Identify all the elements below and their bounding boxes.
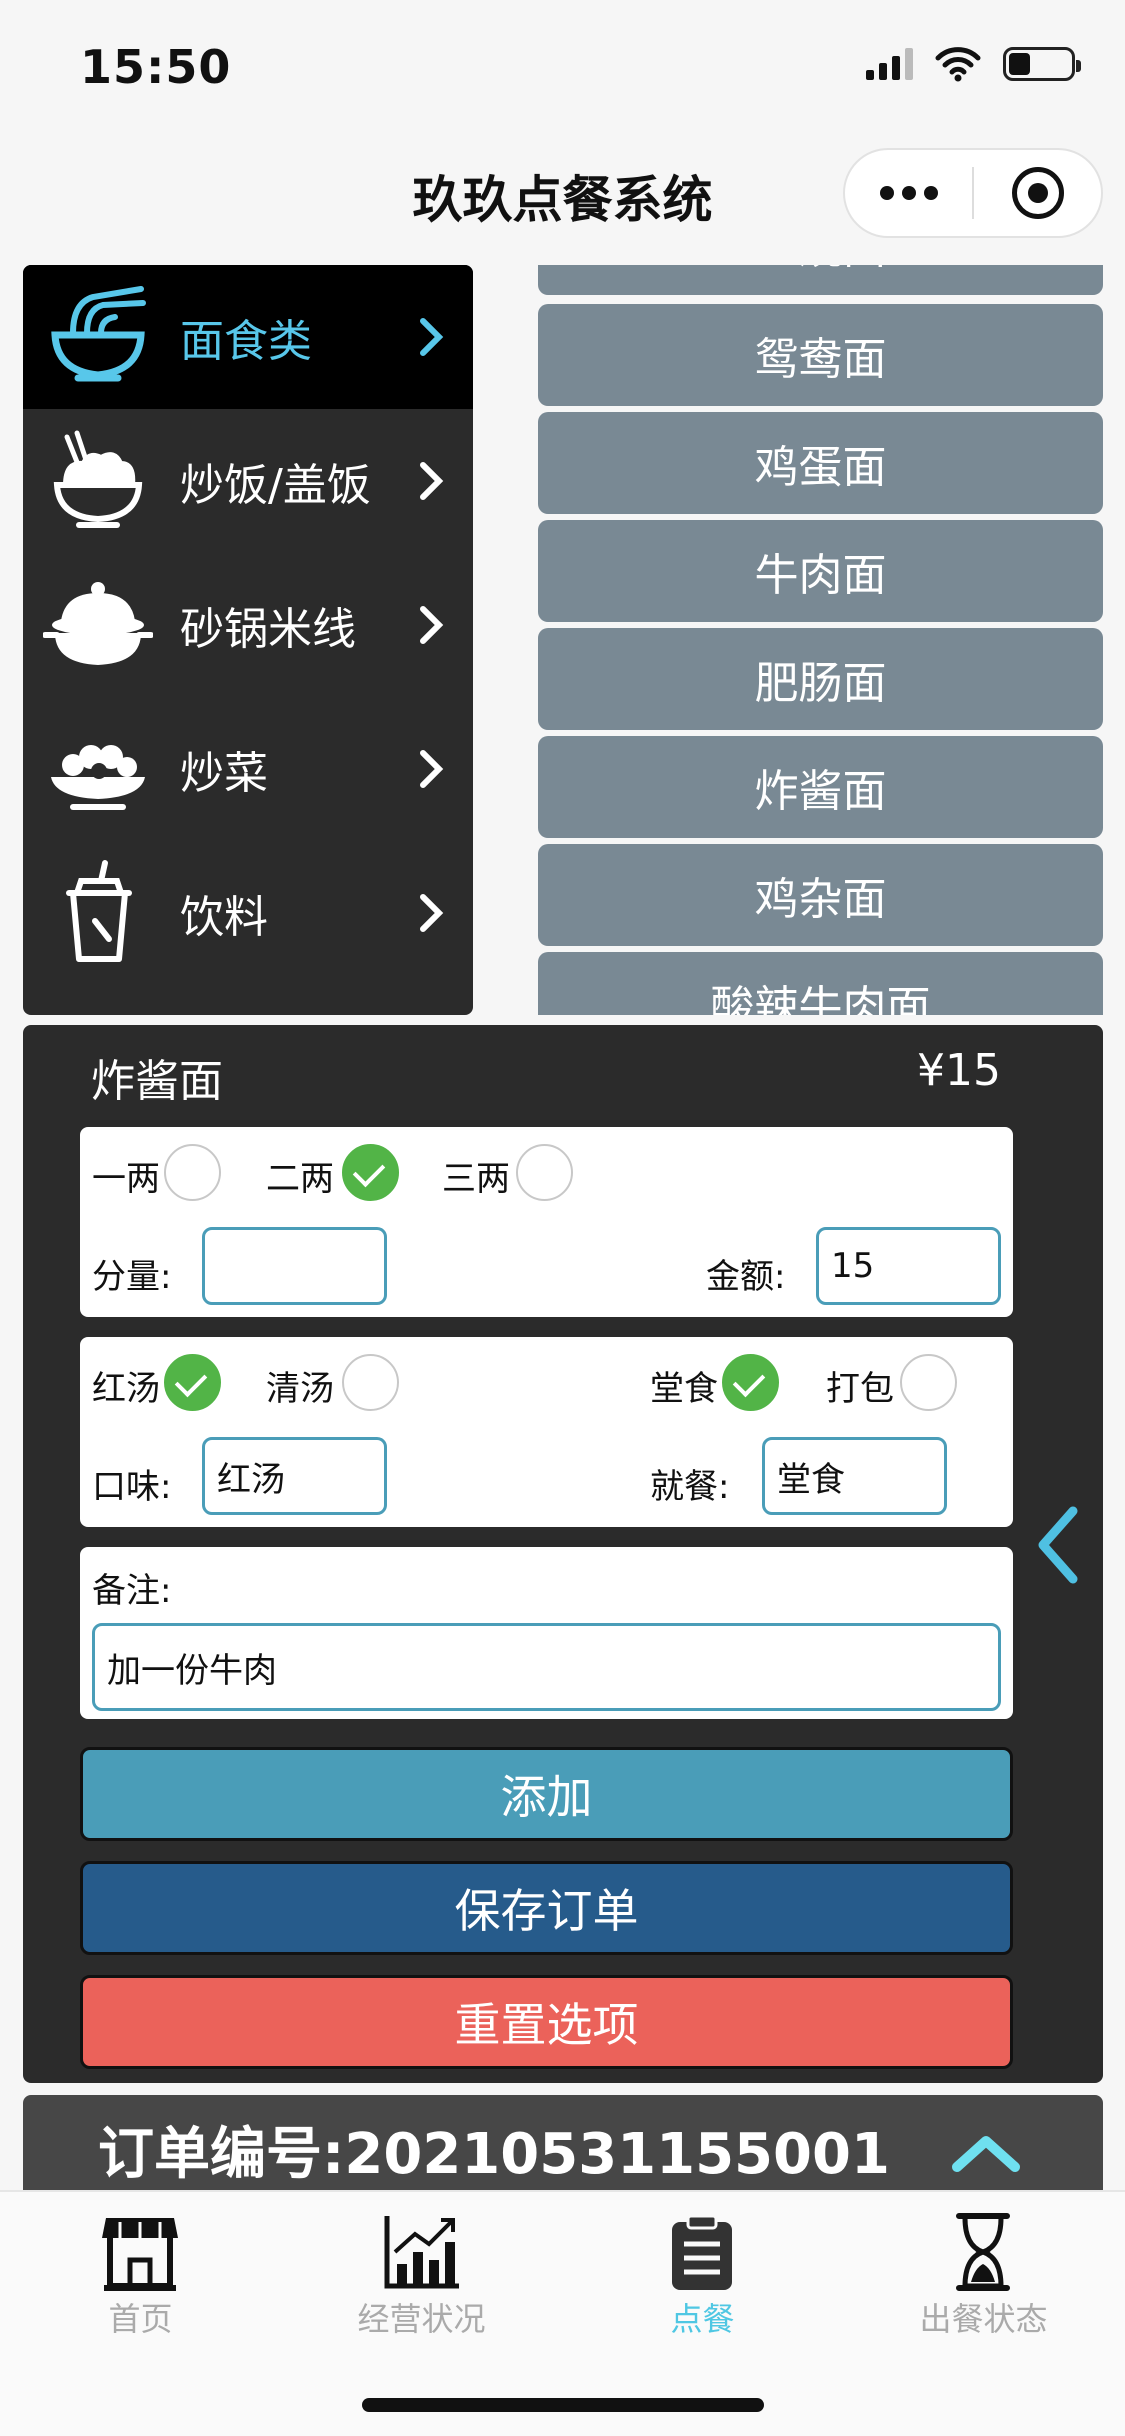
order-number-text: 订单编号:20210531155001 [98, 2109, 890, 2190]
category-label: 炒菜 [180, 748, 268, 799]
storefront-icon [102, 2218, 178, 2291]
category-label: 砂锅米线 [180, 604, 356, 655]
more-menu-button[interactable] [845, 150, 972, 236]
dish-list: 红烧面 鸳鸯面 鸡蛋面 牛肉面 肥肠面 炸酱面 鸡杂面 酸辣牛肉面 [538, 265, 1103, 1015]
dining-radio-takeaway[interactable] [900, 1354, 957, 1411]
chevron-right-icon [420, 318, 444, 356]
category-label: 面食类 [180, 316, 312, 367]
tab-label: 首页 [108, 2300, 173, 2338]
dish-button[interactable]: 鸡蛋面 [538, 412, 1103, 514]
portion-radio-2[interactable] [342, 1144, 399, 1201]
note-input[interactable]: 加一份牛肉 [92, 1623, 1001, 1711]
clay-pot-icon [43, 582, 153, 665]
portion-radio-3[interactable] [516, 1144, 573, 1201]
chevron-right-icon [420, 894, 444, 932]
category-label: 炒饭/盖饭 [180, 460, 371, 511]
soup-radio-clear[interactable] [342, 1354, 399, 1411]
chevron-right-icon [420, 606, 444, 644]
soup-dining-box: 红汤 清汤 堂食 打包 口味: 红汤 就餐: 堂食 [80, 1337, 1013, 1527]
amount-input[interactable]: 15 [816, 1227, 1001, 1305]
drink-cup-icon [66, 860, 132, 962]
dish-button[interactable]: 鸡杂面 [538, 844, 1103, 946]
dish-button[interactable]: 酸辣牛肉面 [538, 952, 1103, 1015]
save-order-button[interactable]: 保存订单 [80, 1861, 1013, 1955]
dine-input[interactable]: 堂食 [762, 1437, 947, 1515]
category-item-stir-fry[interactable]: 炒菜 [23, 697, 473, 841]
category-item-fried-rice[interactable]: 炒饭/盖饭 [23, 409, 473, 553]
order-number-value: 20210531155001 [344, 2122, 890, 2187]
tab-home[interactable]: 首页 [0, 2202, 281, 2342]
mini-program-capsule [843, 148, 1103, 238]
taste-input[interactable]: 红汤 [202, 1437, 387, 1515]
tab-business-status[interactable]: 经营状况 [281, 2202, 562, 2342]
order-number-bar[interactable]: 订单编号:20210531155001 [23, 2095, 1103, 2195]
soup-option-label: 清汤 [266, 1369, 334, 1409]
dish-button[interactable]: 肥肠面 [538, 628, 1103, 730]
add-button[interactable]: 添加 [80, 1747, 1013, 1841]
tab-order[interactable]: 点餐 [562, 2202, 843, 2342]
dish-button[interactable]: 牛肉面 [538, 520, 1103, 622]
rice-bowl-icon [53, 430, 143, 528]
portion-radio-1[interactable] [164, 1144, 221, 1201]
reset-options-button[interactable]: 重置选项 [80, 1975, 1013, 2069]
order-form: 炸酱面 ¥15 一两 二两 三两 分量: 金额: 15 红汤 清汤 堂食 打包 … [23, 1025, 1103, 2083]
selected-dish-name: 炸酱面 [91, 1056, 223, 1107]
tab-serving-status[interactable]: 出餐状态 [843, 2202, 1124, 2342]
cellular-signal-icon [866, 48, 913, 80]
dining-option-label: 堂食 [650, 1369, 718, 1409]
taste-field-label: 口味: [92, 1467, 172, 1507]
chevron-right-icon [420, 750, 444, 788]
soup-radio-red[interactable] [164, 1354, 221, 1411]
close-program-button[interactable] [974, 150, 1101, 236]
status-icons [866, 46, 1081, 82]
dining-option-label: 打包 [826, 1369, 894, 1409]
order-number-label: 订单编号: [98, 2122, 345, 2187]
category-item-drinks[interactable]: 饮料 [23, 841, 473, 985]
chevron-up-icon[interactable] [951, 2133, 1021, 2173]
noodle-bowl-icon [51, 286, 146, 382]
note-box: 备注: 加一份牛肉 [80, 1547, 1013, 1719]
portion-box: 一两 二两 三两 分量: 金额: 15 [80, 1127, 1013, 1317]
category-sidebar: 面食类 炒饭/盖饭 砂锅米线 炒菜 饮料 [23, 265, 473, 1015]
dine-field-label: 就餐: [650, 1467, 730, 1507]
category-label: 饮料 [180, 892, 268, 943]
dish-button[interactable]: 红烧面 [538, 265, 1103, 295]
selected-dish-price: ¥15 [917, 1045, 1001, 1096]
more-dots-icon [879, 186, 938, 200]
soup-option-label: 红汤 [92, 1369, 160, 1409]
dining-radio-dine-in[interactable] [722, 1354, 779, 1411]
hourglass-icon [956, 2213, 1010, 2291]
portion-option-label: 二两 [266, 1159, 334, 1199]
dish-button[interactable]: 鸳鸯面 [538, 304, 1103, 406]
target-icon [1011, 167, 1064, 219]
tab-label: 经营状况 [357, 2300, 486, 2338]
chevron-left-icon[interactable] [1033, 1505, 1083, 1585]
tab-label: 出餐状态 [919, 2300, 1048, 2338]
portion-input[interactable] [202, 1227, 387, 1305]
stir-fry-plate-icon [51, 745, 145, 810]
portion-option-label: 一两 [92, 1159, 160, 1199]
home-indicator [362, 2398, 764, 2412]
wifi-icon [935, 47, 981, 82]
status-time: 15:50 [80, 40, 232, 94]
dish-button[interactable]: 炸酱面 [538, 736, 1103, 838]
clipboard-icon [672, 2214, 732, 2290]
portion-option-label: 三两 [442, 1159, 510, 1199]
bar-chart-icon [384, 2216, 459, 2289]
tab-label: 点餐 [670, 2300, 735, 2338]
amount-field-label: 金额: [706, 1257, 786, 1297]
category-item-clay-pot[interactable]: 砂锅米线 [23, 553, 473, 697]
battery-icon [1003, 47, 1081, 81]
category-item-noodles[interactable]: 面食类 [23, 265, 473, 409]
portion-field-label: 分量: [92, 1257, 172, 1297]
note-label: 备注: [92, 1571, 172, 1611]
chevron-right-icon [420, 462, 444, 500]
